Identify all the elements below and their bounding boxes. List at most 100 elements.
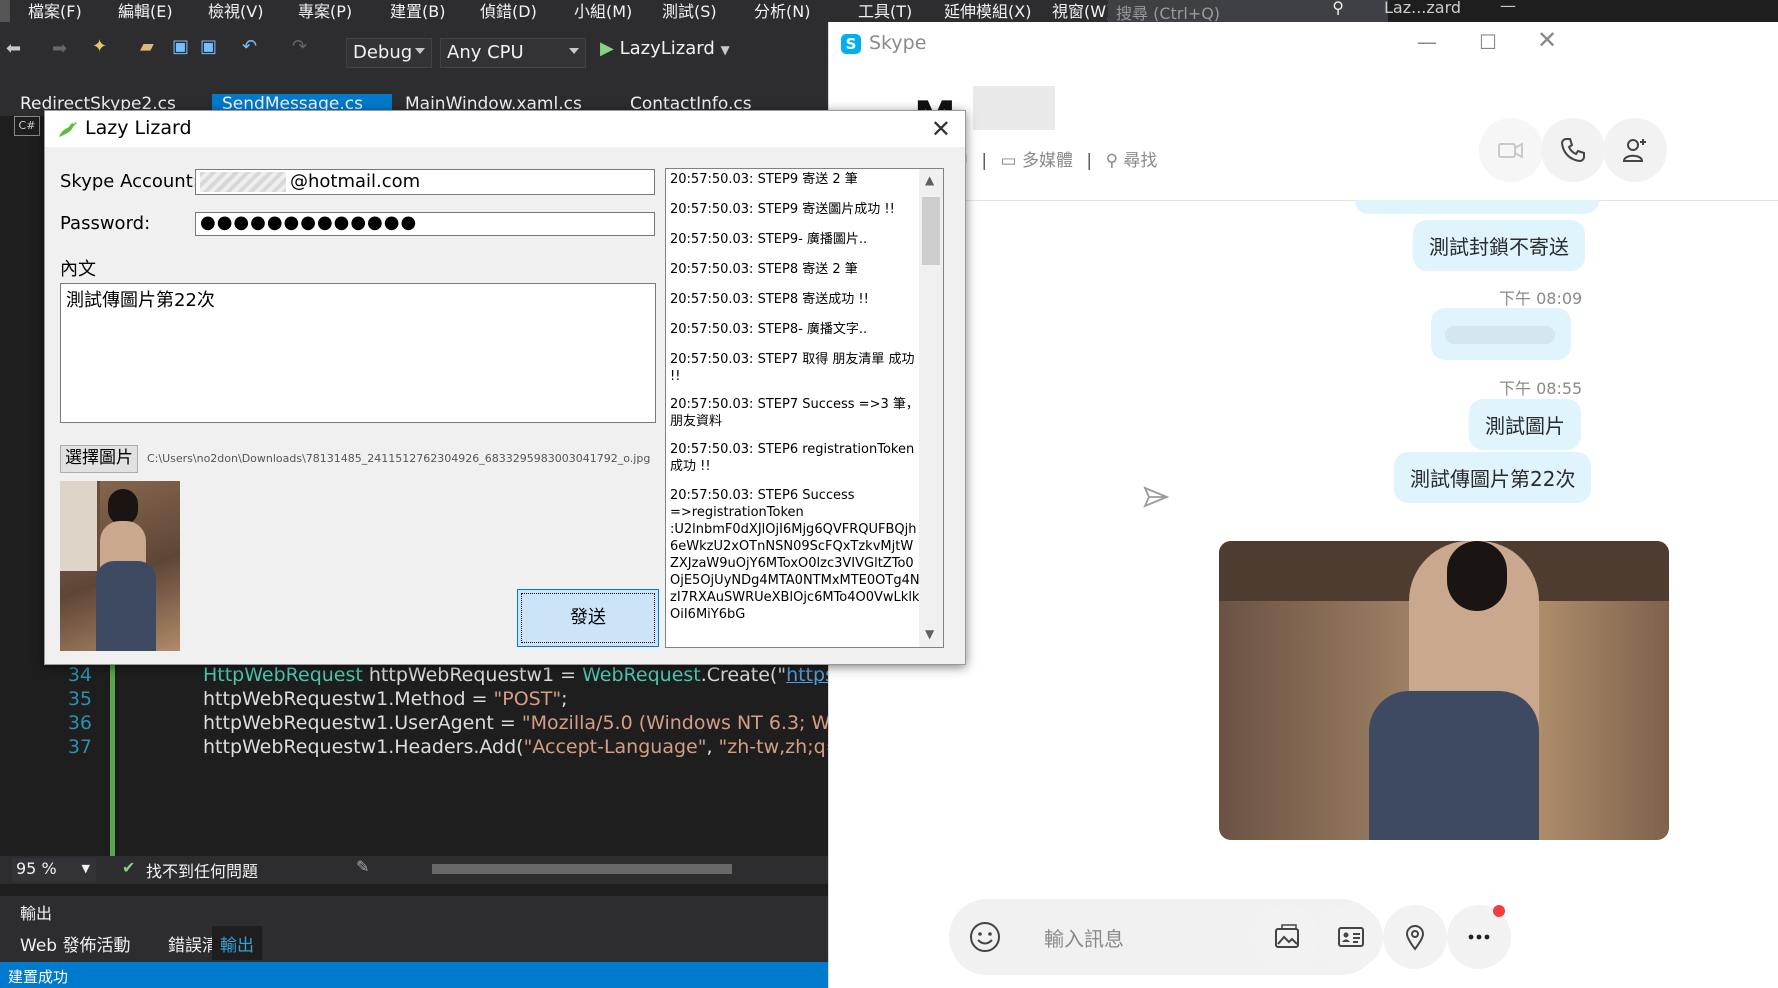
video-call-button[interactable] — [1479, 118, 1543, 182]
redo-icon[interactable]: ↷ — [292, 36, 307, 57]
menu-item[interactable]: 視窗(W) — [1052, 0, 1112, 22]
video-camera-icon — [1498, 142, 1523, 159]
minimize-icon[interactable]: — — [1417, 30, 1437, 54]
dialog-titlebar: Lazy Lizard ✕ — [45, 111, 965, 147]
zoom-dropdown[interactable]: 95 % ▼ — [12, 858, 96, 882]
code-line[interactable]: 36 httpWebRequestw1.UserAgent = "Mozilla/… — [0, 712, 828, 739]
save-all-icon[interactable]: ▣ — [200, 36, 217, 57]
save-icon[interactable]: ▣ — [172, 36, 189, 57]
subnav-find[interactable]: 尋找 — [1123, 151, 1157, 171]
emoji-icon[interactable] — [969, 921, 1001, 953]
platform-dropdown[interactable]: Any CPU — [440, 38, 586, 68]
code-text: HttpWebRequest httpWebRequestw1 = WebReq… — [203, 664, 828, 686]
minimize-icon[interactable]: — — [1500, 0, 1516, 15]
menu-item[interactable]: 編輯(E) — [118, 0, 173, 22]
location-button[interactable] — [1383, 905, 1447, 969]
message-bubble[interactable]: 測試圖片 — [1469, 399, 1581, 450]
menu-item[interactable]: 分析(N) — [754, 0, 810, 22]
contact-card-button[interactable] — [1319, 905, 1383, 969]
log-entry[interactable]: 20:57:50.03: STEP7 Success =>3 筆，朋友資料 — [670, 396, 922, 430]
scroll-down-icon[interactable]: ▼ — [925, 627, 934, 641]
search-input[interactable]: 搜尋 (Ctrl+Q) ⚲ — [1108, 0, 1388, 23]
config-value: Debug — [353, 42, 413, 63]
start-debug-button[interactable]: ▶ LazyLizard ▼ — [600, 38, 730, 68]
log-scrollbar[interactable]: ▲ ▼ — [919, 169, 943, 647]
menu-item[interactable]: 小組(M) — [574, 0, 632, 22]
code-token: httpWebRequestw1.UserAgent = — [203, 712, 522, 734]
horizontal-scrollbar[interactable] — [432, 864, 732, 874]
log-entry[interactable]: 20:57:50.03: STEP8- 廣播文字.. — [670, 321, 922, 338]
more-options-button[interactable] — [1447, 905, 1511, 969]
message-bubble[interactable]: 測試封鎖不寄送 — [1413, 220, 1585, 271]
menu-item[interactable]: 偵錯(D) — [480, 0, 537, 22]
log-entry[interactable]: 20:57:50.03: STEP9 寄送 2 筆 — [670, 171, 922, 188]
code-token: httpWebRequestw1 = — [368, 664, 583, 686]
subnav-media[interactable]: 多媒體 — [1022, 151, 1073, 171]
send-button[interactable]: 發送 — [517, 589, 659, 647]
menu-item[interactable]: 檔案(F) — [28, 0, 82, 22]
new-project-icon[interactable]: ✦ — [92, 36, 107, 57]
password-value: ●●●●●●●●●●●●● — [200, 212, 418, 233]
log-entry[interactable]: 20:57:50.03: STEP7 取得 朋友清單 成功 !! — [670, 351, 922, 385]
code-token: "Accept-Language" — [523, 736, 707, 758]
code-token: https://ap — [786, 664, 828, 686]
menu-item[interactable]: 專案(P) — [298, 0, 352, 22]
redacted-text — [1445, 326, 1555, 344]
menu-item[interactable]: 測試(S) — [662, 0, 717, 22]
close-icon[interactable]: ✕ — [1537, 26, 1557, 54]
choose-image-button[interactable]: 選擇圖片 — [60, 445, 138, 473]
log-entry[interactable]: 20:57:50.03: STEP8 寄送成功 !! — [670, 291, 922, 308]
back-icon[interactable]: ⬅ — [6, 38, 21, 59]
forward-icon[interactable]: ➡ — [52, 38, 67, 59]
brush-icon[interactable]: ✎ — [356, 857, 369, 876]
code-line[interactable]: 37 httpWebRequestw1.Headers.Add("Accept-L… — [0, 736, 828, 763]
menu-item[interactable]: 檢視(V) — [208, 0, 263, 22]
menu-item[interactable]: 工具(T) — [858, 0, 912, 22]
line-number: 35 — [67, 688, 92, 710]
log-entry[interactable]: 20:57:50.03: STEP8 寄送 2 筆 — [670, 261, 922, 278]
redacted-username — [200, 172, 286, 192]
message-text: 測試封鎖不寄送 — [1429, 235, 1569, 259]
vs-logo-icon — [0, 0, 10, 22]
audio-call-button[interactable] — [1541, 118, 1605, 182]
open-folder-icon[interactable]: ▰ — [140, 36, 154, 57]
config-dropdown[interactable]: Debug — [346, 38, 432, 68]
menu-item[interactable]: 建置(B) — [390, 0, 445, 22]
tab-web-publish[interactable]: Web 發佈活動 — [20, 931, 130, 956]
message-bubble[interactable]: 測試傳圖片第22次 — [1394, 452, 1592, 503]
content-label: 內文 — [60, 259, 96, 280]
scroll-up-icon[interactable]: ▲ — [925, 173, 934, 187]
log-entry[interactable]: 20:57:50.03: STEP9- 廣播圖片.. — [670, 231, 922, 248]
content-textarea[interactable]: 測試傳圖片第22次 — [60, 283, 656, 423]
message-timestamp: 下午 08:55 — [1499, 379, 1583, 398]
shared-photo[interactable] — [1219, 541, 1669, 840]
skype-logo-icon: S — [841, 34, 861, 54]
message-text: 測試圖片 — [1485, 414, 1565, 438]
search-icon: ⚲ — [1332, 0, 1344, 17]
message-bubble-partial — [1355, 200, 1599, 214]
log-entry[interactable]: 20:57:50.03: STEP6 registrationToken 成功 … — [670, 441, 922, 475]
skype-account-field[interactable]: @hotmail.com — [195, 169, 655, 195]
log-entry[interactable]: 20:57:50.03: STEP6 Success =>registratio… — [670, 487, 922, 623]
tab-output[interactable]: 輸出 — [212, 926, 262, 960]
issues-status[interactable]: 找不到任何問題 — [146, 858, 258, 882]
password-field[interactable]: ●●●●●●●●●●●●● — [195, 212, 655, 236]
skype-account-label: Skype Account: — [60, 171, 199, 192]
photo-kimono — [1369, 691, 1539, 840]
code-line[interactable]: 35 httpWebRequestw1.Method = "POST"; — [0, 688, 828, 715]
close-icon[interactable]: ✕ — [931, 115, 951, 143]
skype-window: S Skype — ☐ ✕ M 中 | ▭ 多媒體 | ⚲ 尋找 測試封鎖不寄送… — [828, 22, 1778, 988]
message-bubble-redacted[interactable] — [1431, 308, 1571, 360]
add-people-button[interactable] — [1603, 118, 1667, 182]
undo-icon[interactable]: ↶ — [242, 36, 257, 57]
scroll-thumb[interactable] — [922, 197, 940, 265]
code-line[interactable]: 34 HttpWebRequest httpWebRequestw1 = WebR… — [0, 664, 828, 691]
image-file-path: C:\Users\no2don\Downloads\78131485_24115… — [147, 452, 651, 465]
log-entry[interactable]: 20:57:50.03: STEP9 寄送圖片成功 !! — [670, 201, 922, 218]
menu-item[interactable]: 延伸模組(X) — [944, 0, 1031, 22]
search-placeholder: 搜尋 (Ctrl+Q) — [1116, 4, 1221, 23]
log-listbox[interactable]: 20:57:50.03: STEP9 寄送 2 筆 20:57:50.03: ST… — [665, 168, 944, 648]
maximize-icon[interactable]: ☐ — [1479, 30, 1497, 54]
chevron-down-icon — [415, 48, 425, 54]
media-button[interactable] — [1255, 905, 1319, 969]
